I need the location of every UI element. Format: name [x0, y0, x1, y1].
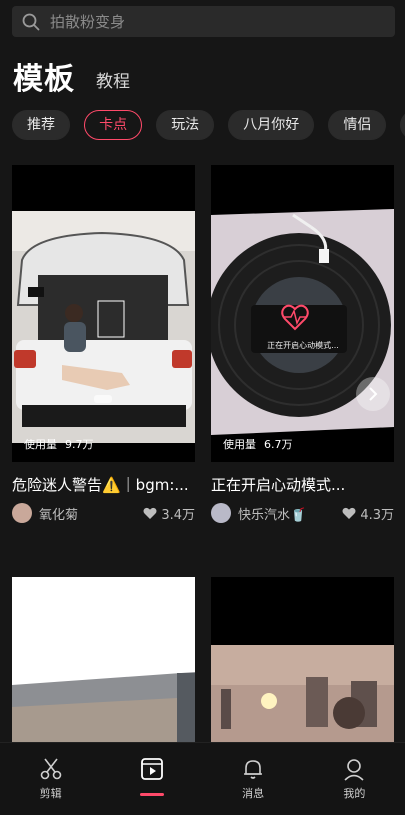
avatar[interactable]: [12, 503, 32, 523]
nav-messages[interactable]: 消息: [203, 743, 304, 815]
usage-count: 使用量 6.7万: [223, 438, 293, 451]
search-bar[interactable]: 拍散粉变身: [12, 6, 395, 37]
next-button[interactable]: [356, 377, 390, 411]
search-icon: [22, 13, 40, 30]
template-thumbnail[interactable]: 正在开启心动模式... 使用量 6.7万: [211, 165, 394, 462]
template-card[interactable]: [211, 577, 394, 747]
chevron-right-icon: [369, 387, 378, 401]
tab-tutorial[interactable]: 教程: [96, 67, 130, 92]
chip-hello-august[interactable]: 八月你好: [228, 110, 315, 140]
category-chips: 推荐 卡点 玩法 八月你好 情侣 萌娃: [12, 110, 405, 140]
template-thumbnail[interactable]: [12, 577, 195, 747]
car-photo-image: [12, 165, 195, 462]
sunset-city-image: [211, 577, 394, 747]
author-name[interactable]: 氧化菊: [39, 504, 143, 523]
like-count: 4.3万: [342, 504, 394, 523]
nav-profile[interactable]: 我的: [304, 743, 405, 815]
template-card[interactable]: 正在开启心动模式... 使用量 6.7万 正在开启心动模式... 快乐汽水🥤 4.…: [211, 165, 394, 523]
template-icon: [140, 758, 163, 780]
chip-couple[interactable]: 情侣: [328, 110, 387, 140]
chip-beat[interactable]: 卡点: [84, 110, 143, 140]
nav-label: 剪辑: [39, 787, 62, 800]
template-card[interactable]: 使用量 9.7万 危险迷人警告⚠️｜bgm:... 氧化菊 3.4万: [12, 165, 195, 523]
heart-icon: [143, 507, 157, 519]
template-meta: 快乐汽水🥤 4.3万: [211, 503, 394, 523]
search-input[interactable]: 拍散粉变身: [50, 11, 125, 32]
author-name[interactable]: 快乐汽水🥤: [238, 504, 342, 523]
template-title[interactable]: 正在开启心动模式...: [211, 474, 394, 495]
bottom-nav: 剪辑 消息 我的: [0, 742, 405, 815]
chip-recommend[interactable]: 推荐: [12, 110, 70, 140]
heart-icon: [342, 507, 356, 519]
template-meta: 氧化菊 3.4万: [12, 503, 195, 523]
chip-cute-kids[interactable]: 萌娃: [400, 110, 405, 140]
chip-play[interactable]: 玩法: [156, 110, 215, 140]
active-indicator: [139, 793, 164, 796]
like-count: 3.4万: [143, 504, 195, 523]
template-card[interactable]: [12, 577, 195, 747]
template-title[interactable]: 危险迷人警告⚠️｜bgm:...: [12, 474, 195, 495]
template-thumbnail[interactable]: [211, 577, 394, 747]
overlay-text: 正在开启心动模式...: [267, 341, 339, 350]
scissors-icon: [40, 758, 61, 780]
template-thumbnail[interactable]: 使用量 9.7万: [12, 165, 195, 462]
nav-label: 消息: [242, 787, 265, 800]
nav-edit[interactable]: 剪辑: [0, 743, 101, 815]
avatar[interactable]: [211, 503, 231, 523]
sky-photo-image: [12, 577, 195, 747]
usage-count: 使用量 9.7万: [24, 438, 94, 451]
page-title[interactable]: 模板: [13, 54, 75, 98]
person-icon: [344, 759, 364, 781]
vinyl-record-image: [211, 165, 394, 462]
bell-icon: [244, 760, 263, 779]
nav-template[interactable]: [101, 743, 202, 815]
nav-label: 我的: [343, 787, 366, 800]
